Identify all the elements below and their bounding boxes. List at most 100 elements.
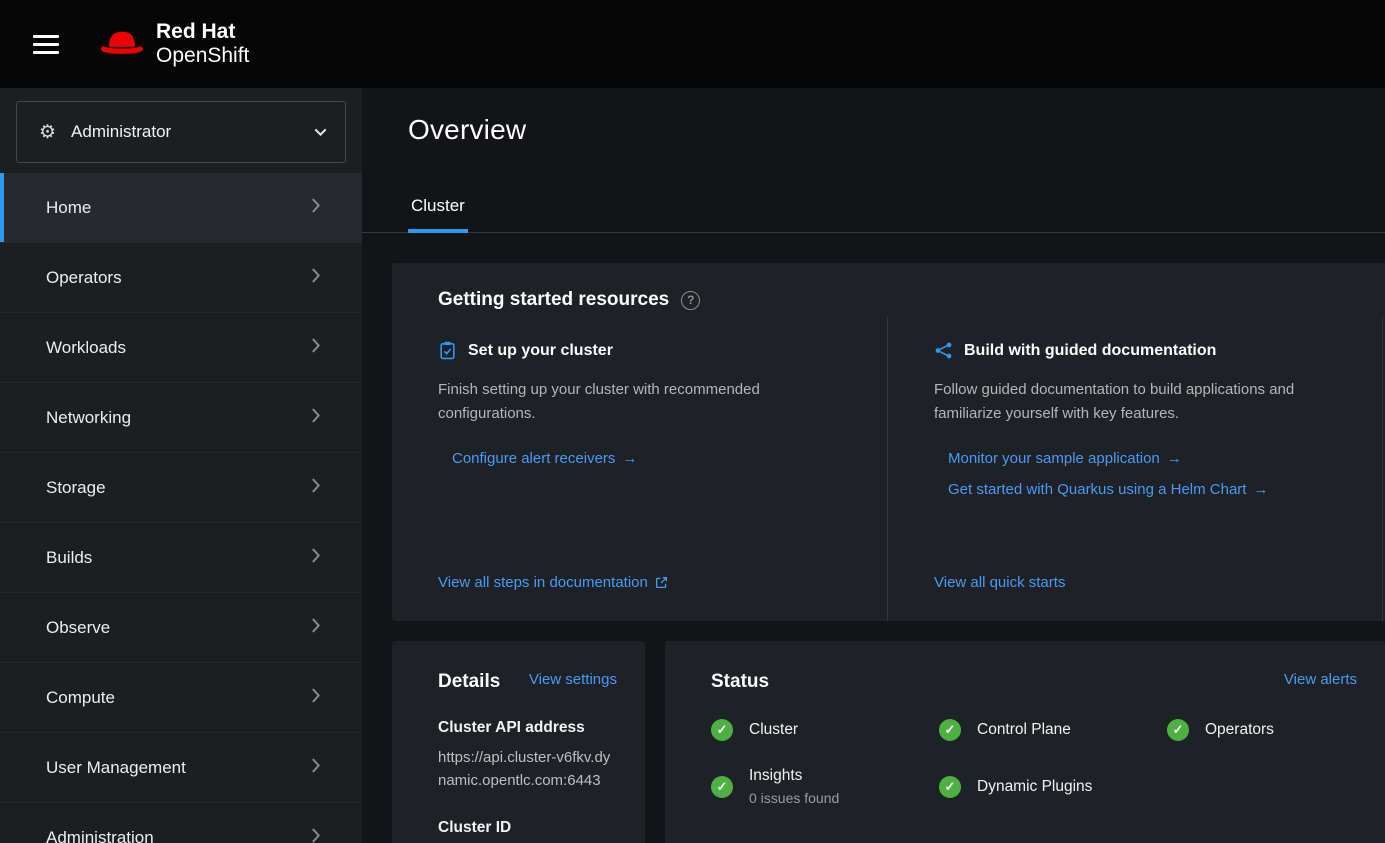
- view-all-steps-link[interactable]: View all steps in documentation: [438, 574, 648, 591]
- quarkus-helm-chart-link[interactable]: Get started with Quarkus using a Helm Ch…: [948, 481, 1342, 498]
- configure-alert-receivers-link[interactable]: Configure alert receivers →: [452, 450, 847, 467]
- guided-documentation-title: Build with guided documentation: [964, 342, 1216, 360]
- cluster-api-address-value: https://api.cluster-v6fkv.dynamic.opentl…: [438, 746, 617, 793]
- insights-link[interactable]: Insights: [749, 767, 802, 784]
- external-link-icon: [655, 576, 668, 589]
- sidebar-item-operators[interactable]: Operators: [0, 243, 362, 313]
- chevron-down-icon: [314, 123, 327, 141]
- sidebar-item-label: User Management: [46, 758, 186, 778]
- status-item-control-plane: ✓ Control Plane: [939, 719, 1167, 741]
- dynamic-plugins-link[interactable]: Dynamic Plugins: [977, 778, 1092, 796]
- status-item-cluster: ✓ Cluster: [711, 719, 939, 741]
- getting-started-title: Getting started resources: [438, 289, 669, 311]
- sidebar-item-workloads[interactable]: Workloads: [0, 313, 362, 383]
- setup-cluster-footer: View all steps in documentation: [438, 574, 847, 591]
- control-plane-link[interactable]: Control Plane: [977, 721, 1071, 739]
- sidebar-item-label: Networking: [46, 408, 131, 428]
- getting-started-header: Getting started resources ?: [392, 263, 1385, 311]
- sidebar-menu: Home Operators Workloads Networking Stor…: [0, 173, 362, 843]
- dashboard-cards-row: Details View settings Cluster API addres…: [392, 641, 1385, 843]
- menu-toggle-icon[interactable]: [33, 30, 59, 59]
- chevron-right-icon: [311, 338, 320, 358]
- status-item-operators: ✓ Operators: [1167, 719, 1385, 741]
- tab-bar: Cluster: [362, 188, 1385, 233]
- help-icon[interactable]: ?: [681, 291, 700, 310]
- link-label: Configure alert receivers: [452, 450, 615, 467]
- clipboard-check-icon: [438, 341, 457, 360]
- sidebar-item-label: Operators: [46, 268, 122, 288]
- brand-logo: Red Hat OpenShift: [99, 20, 249, 67]
- brand-text: Red Hat OpenShift: [156, 20, 249, 67]
- chevron-right-icon: [311, 618, 320, 638]
- setup-cluster-title: Set up your cluster: [468, 342, 613, 360]
- arrow-right-icon: →: [1167, 450, 1182, 467]
- check-circle-icon: ✓: [939, 719, 961, 741]
- getting-started-columns: Set up your cluster Finish setting up yo…: [392, 317, 1385, 621]
- sidebar-item-home[interactable]: Home: [0, 173, 362, 243]
- status-item-insights: ✓ Insights 0 issues found: [711, 767, 939, 806]
- chevron-right-icon: [311, 268, 320, 288]
- guided-documentation-heading: Build with guided documentation: [934, 341, 1342, 360]
- view-all-quick-starts-link[interactable]: View all quick starts: [934, 574, 1065, 591]
- guided-documentation-description: Follow guided documentation to build app…: [934, 378, 1342, 426]
- sidebar-item-administration[interactable]: Administration: [0, 803, 362, 843]
- status-card-header: Status View alerts: [711, 671, 1357, 693]
- sidebar-item-observe[interactable]: Observe: [0, 593, 362, 663]
- tab-cluster[interactable]: Cluster: [408, 188, 468, 233]
- cluster-api-address-label: Cluster API address: [438, 719, 617, 737]
- gear-icon: ⚙: [39, 121, 56, 144]
- details-card-header: Details View settings: [438, 671, 617, 693]
- main-content: Overview Cluster Getting started resourc…: [362, 88, 1385, 843]
- sidebar-item-label: Observe: [46, 618, 110, 638]
- guided-documentation-footer: View all quick starts: [934, 574, 1342, 591]
- setup-cluster-column: Set up your cluster Finish setting up yo…: [392, 317, 887, 621]
- operators-link[interactable]: Operators: [1205, 721, 1274, 739]
- setup-cluster-description: Finish setting up your cluster with reco…: [438, 378, 847, 426]
- monitor-sample-app-link[interactable]: Monitor your sample application →: [948, 450, 1342, 467]
- arrow-right-icon: →: [622, 450, 637, 467]
- sidebar-item-label: Storage: [46, 478, 106, 498]
- status-title: Status: [711, 671, 769, 693]
- details-card: Details View settings Cluster API addres…: [392, 641, 645, 843]
- sidebar-item-user-management[interactable]: User Management: [0, 733, 362, 803]
- status-grid: ✓ Cluster ✓ Control Plane ✓ Operators ✓: [711, 719, 1357, 806]
- sidebar-item-label: Workloads: [46, 338, 126, 358]
- sidebar-item-label: Administration: [46, 828, 154, 843]
- view-alerts-link[interactable]: View alerts: [1284, 671, 1357, 688]
- status-label: Cluster: [749, 721, 798, 739]
- chevron-right-icon: [311, 828, 320, 843]
- setup-cluster-heading: Set up your cluster: [438, 341, 847, 360]
- page-title: Overview: [408, 114, 1385, 146]
- chevron-right-icon: [311, 548, 320, 568]
- chevron-right-icon: [311, 408, 320, 428]
- chevron-right-icon: [311, 198, 320, 218]
- details-title: Details: [438, 671, 500, 693]
- sidebar-item-networking[interactable]: Networking: [0, 383, 362, 453]
- guided-documentation-links: Monitor your sample application → Get sta…: [934, 450, 1342, 498]
- sidebar-item-compute[interactable]: Compute: [0, 663, 362, 733]
- check-circle-icon: ✓: [711, 719, 733, 741]
- link-label: Get started with Quarkus using a Helm Ch…: [948, 481, 1246, 498]
- setup-cluster-links: Configure alert receivers →: [438, 450, 847, 467]
- redhat-fedora-icon: [99, 28, 145, 60]
- perspective-label: Administrator: [71, 122, 171, 142]
- perspective-switcher[interactable]: ⚙ Administrator: [16, 101, 346, 163]
- insights-issues-count: 0 issues found: [749, 790, 839, 806]
- view-settings-link[interactable]: View settings: [529, 671, 617, 688]
- brand-line2: OpenShift: [156, 44, 249, 68]
- link-label: Monitor your sample application: [948, 450, 1160, 467]
- sidebar-item-builds[interactable]: Builds: [0, 523, 362, 593]
- status-card: Status View alerts ✓ Cluster ✓ Control P…: [665, 641, 1385, 843]
- check-circle-icon: ✓: [939, 776, 961, 798]
- sidebar-item-label: Builds: [46, 548, 92, 568]
- check-circle-icon: ✓: [711, 776, 733, 798]
- dashboard-body: Getting started resources ? Set up your …: [362, 233, 1385, 843]
- arrow-right-icon: →: [1253, 481, 1268, 498]
- sidebar-item-label: Home: [46, 198, 91, 218]
- insights-text: Insights 0 issues found: [749, 767, 839, 806]
- getting-started-card: Getting started resources ? Set up your …: [392, 263, 1385, 621]
- sidebar-item-storage[interactable]: Storage: [0, 453, 362, 523]
- check-circle-icon: ✓: [1167, 719, 1189, 741]
- sidebar-item-label: Compute: [46, 688, 115, 708]
- masthead: Red Hat OpenShift: [0, 0, 1385, 88]
